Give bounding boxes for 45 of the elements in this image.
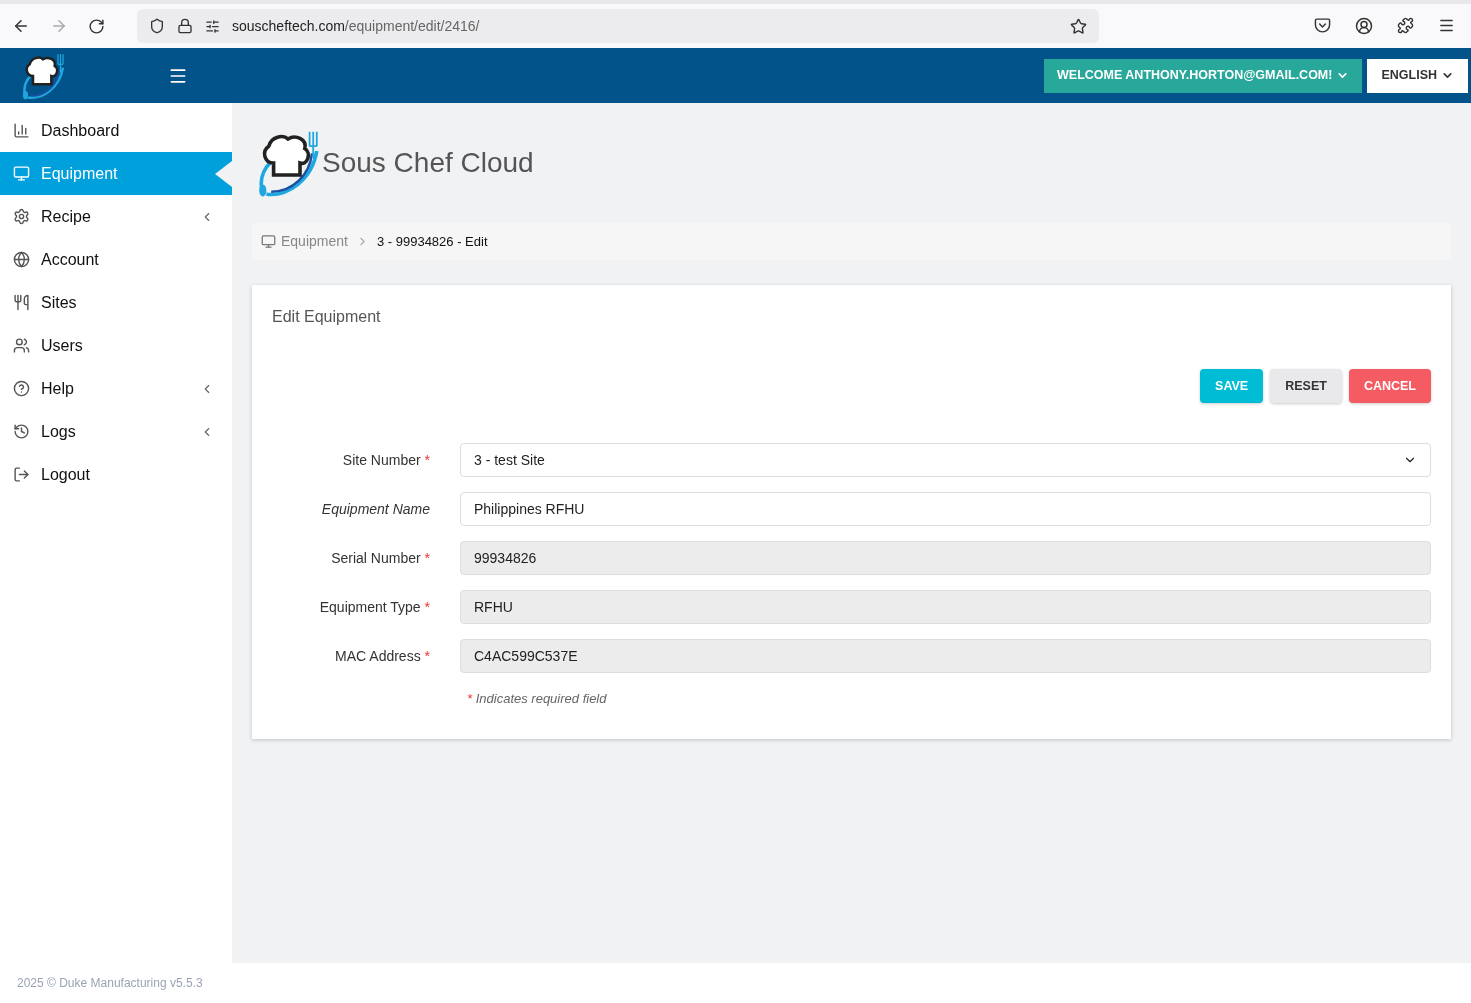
logout-icon	[13, 466, 30, 483]
bookmark-star-icon[interactable]	[1070, 17, 1087, 35]
sidebar-item[interactable]: Users	[0, 324, 232, 367]
field-label: Serial Number *	[330, 548, 431, 568]
sidebar-item[interactable]: Help	[0, 367, 232, 410]
back-icon[interactable]	[12, 17, 30, 35]
brand-title: Sous Chef Cloud	[322, 146, 534, 180]
sidebar-item[interactable]: Dashboard	[0, 109, 232, 152]
pocket-icon[interactable]	[1314, 17, 1331, 34]
field-label: MAC Address *	[334, 646, 431, 666]
url-path: /equipment/edit/2416/	[344, 16, 480, 36]
bar-chart-icon	[13, 122, 30, 139]
monitor-icon	[261, 234, 276, 249]
gear-icon	[13, 208, 30, 225]
sidebar-item[interactable]: Account	[0, 238, 232, 281]
sidebar-item[interactable]: Logout	[0, 453, 232, 496]
sidebar-item[interactable]: Sites	[0, 281, 232, 324]
card-title: Edit Equipment	[272, 307, 382, 327]
shield-icon	[149, 18, 165, 34]
fork-knife-icon	[13, 294, 30, 311]
reload-icon[interactable]	[88, 17, 105, 35]
breadcrumb-current: 3 - 99934826 - Edit	[376, 232, 488, 251]
footer-text: 2025 © Duke Manufacturing v5.5.3	[17, 975, 203, 992]
users-icon	[13, 337, 30, 354]
sidebar-item[interactable]: Logs	[0, 410, 232, 453]
account-icon[interactable]	[1355, 17, 1373, 35]
select-field[interactable]: 3 - test Site	[460, 443, 1431, 477]
field-label: Equipment Type *	[318, 597, 431, 617]
address-bar[interactable]: souscheftech.com/equipment/edit/2416/	[137, 9, 1099, 43]
action-button[interactable]: RESET	[1270, 369, 1342, 403]
help-icon	[13, 380, 30, 397]
lock-icon	[177, 18, 193, 34]
permissions-icon	[205, 18, 220, 34]
sidebar-item[interactable]: Recipe	[0, 195, 232, 238]
history-icon	[13, 423, 30, 440]
language-button[interactable]: ENGLISH	[1367, 58, 1468, 93]
menu-icon[interactable]	[1438, 17, 1455, 34]
field-label: Equipment Name	[320, 499, 431, 519]
field-label: Site Number *	[341, 450, 431, 470]
required-note: * Indicates required field	[467, 690, 608, 708]
input-field[interactable]: Philippines RFHU	[460, 492, 1431, 526]
monitor-icon	[13, 165, 30, 182]
extensions-icon[interactable]	[1397, 17, 1414, 34]
url-host: souscheftech.com	[232, 16, 345, 36]
globe-icon	[13, 251, 30, 268]
